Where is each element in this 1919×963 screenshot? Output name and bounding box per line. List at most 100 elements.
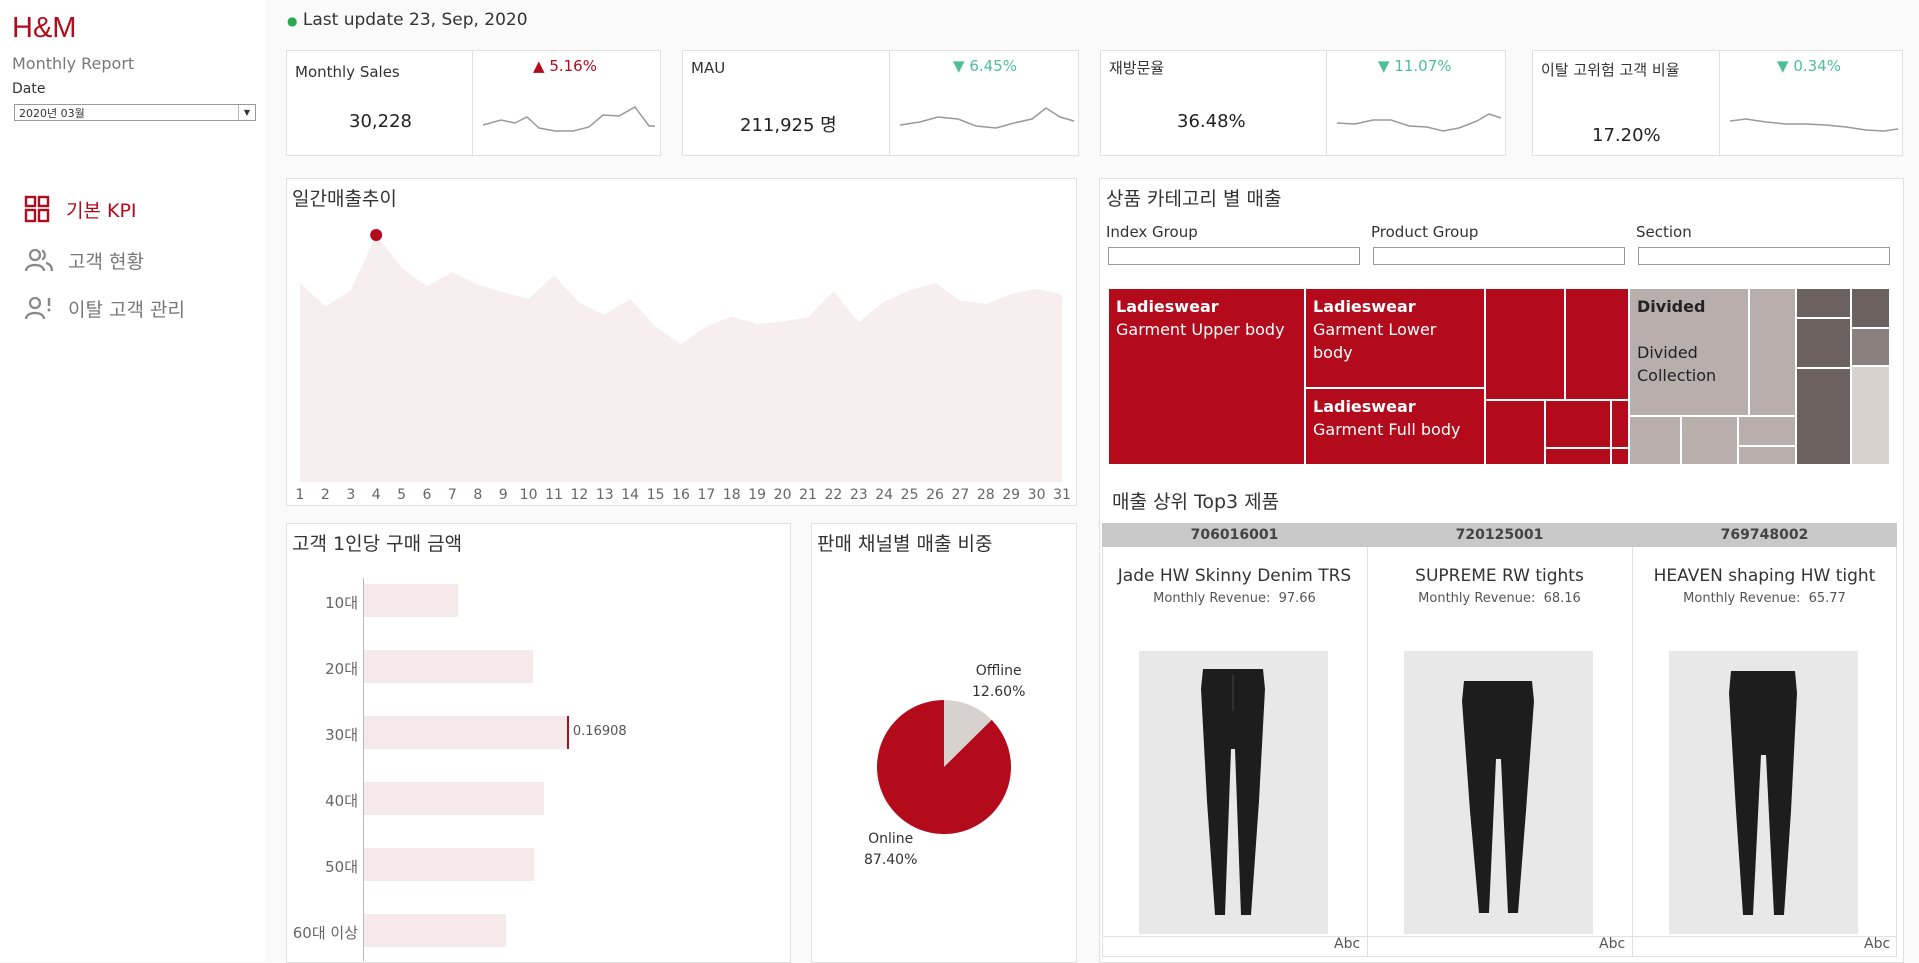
last-update-text: Last update 23, Sep, 2020: [302, 10, 528, 30]
status-dot-icon: ●: [287, 14, 298, 28]
treemap-cell[interactable]: [1749, 288, 1796, 416]
product-image[interactable]: [1139, 651, 1328, 934]
product-name: HEAVEN shaping HW tight: [1653, 566, 1876, 586]
users-icon: [24, 248, 54, 272]
x-tick-label: 25: [900, 487, 919, 503]
treemap-group: Ladieswear: [1313, 397, 1416, 416]
age-category-label: 20대: [325, 660, 358, 678]
product-revenue: Monthly Revenue: 68.16: [1367, 591, 1632, 606]
age-axis-line: [363, 578, 364, 961]
top3-divider: [1367, 547, 1368, 957]
age-bar[interactable]: [364, 716, 567, 749]
revenue-label: Monthly Revenue:: [1683, 591, 1801, 606]
kpi-change: ▲ 5.16%: [533, 57, 597, 75]
x-tick-label: 22: [824, 487, 843, 503]
treemap-cell[interactable]: [1485, 400, 1545, 465]
kpi-value: 211,925 명: [740, 115, 837, 136]
x-tick-label: 31: [1053, 487, 1071, 503]
age-bar[interactable]: [364, 848, 535, 881]
x-tick-label: 10: [519, 487, 538, 503]
treemap-cell[interactable]: [1485, 288, 1565, 400]
pants-icon: [1729, 671, 1797, 915]
x-tick-label: 18: [722, 487, 741, 503]
filter-label-index-group: Index Group: [1106, 223, 1198, 241]
treemap-cell[interactable]: [1611, 400, 1629, 448]
treemap-cell[interactable]: [1629, 416, 1681, 465]
age-bar[interactable]: [364, 914, 506, 947]
date-select-value: 2020년 03월: [19, 107, 85, 120]
nav-item-basic-kpi[interactable]: 기본 KPI: [24, 192, 137, 226]
treemap-cell[interactable]: [1545, 448, 1611, 465]
treemap-group: Ladieswear: [1313, 297, 1416, 316]
category-title: 상품 카테고리 별 매출: [1106, 188, 1282, 210]
age-bar[interactable]: [364, 782, 544, 815]
treemap-cell-divided[interactable]: Divided Divided Collection: [1629, 288, 1749, 416]
x-tick-label: 24: [875, 487, 894, 503]
triangle-up-icon: ▲: [533, 57, 545, 75]
x-tick-label: 3: [346, 487, 356, 503]
age-bar[interactable]: [364, 650, 533, 683]
treemap-cell[interactable]: [1851, 288, 1890, 328]
last-update: ● Last update 23, Sep, 2020: [287, 10, 528, 30]
treemap-cell[interactable]: [1851, 328, 1890, 366]
section-filter[interactable]: [1638, 247, 1890, 265]
treemap-cell-lower-body[interactable]: Ladieswear Garment Lower body: [1305, 288, 1485, 388]
x-tick-label: 2: [320, 487, 330, 503]
nav-item-customer-status[interactable]: 고객 현황: [24, 243, 144, 277]
treemap-cell[interactable]: [1796, 288, 1851, 318]
treemap-cell-full-body[interactable]: Ladieswear Garment Full body: [1305, 388, 1485, 465]
product-revenue: Monthly Revenue: 65.77: [1632, 591, 1897, 606]
sidebar: H&M Monthly Report Date 2020년 03월 ▼ 기본 K…: [0, 0, 266, 961]
x-tick-label: 8: [473, 487, 483, 503]
treemap-cell[interactable]: [1738, 416, 1796, 446]
index-group-filter[interactable]: [1108, 247, 1360, 265]
dashboard-icon: [24, 195, 50, 223]
kpi-divider: [889, 51, 890, 155]
revenue-label: Monthly Revenue:: [1418, 591, 1536, 606]
x-tick-label: 26: [926, 487, 944, 503]
kpi-card-mau: MAU 211,925 명 ▼ 6.45%: [682, 50, 1079, 156]
treemap-cell[interactable]: [1796, 318, 1851, 368]
channel-pie-chart: [877, 700, 1011, 834]
treemap-cell[interactable]: [1796, 368, 1851, 465]
date-select[interactable]: 2020년 03월 ▼: [14, 104, 256, 121]
kpi-change: ▼ 6.45%: [953, 57, 1017, 75]
age-bar[interactable]: [364, 584, 459, 617]
chevron-down-icon[interactable]: ▼: [238, 105, 255, 120]
age-bar-value-label: 0.16908: [572, 724, 627, 739]
product-image[interactable]: [1669, 651, 1858, 934]
product-image[interactable]: [1404, 651, 1593, 934]
treemap-cell[interactable]: [1565, 288, 1629, 400]
kpi-sparkline: [482, 106, 655, 132]
product-id: 720125001: [1367, 523, 1632, 547]
brand-logo: H&M: [12, 12, 77, 44]
product-id: 706016001: [1102, 523, 1367, 547]
nav-item-churn-management[interactable]: 이탈 고객 관리: [24, 291, 185, 325]
x-tick-label: 14: [621, 487, 640, 503]
customer-spend-title: 고객 1인당 구매 금액: [292, 533, 463, 555]
product-group-filter[interactable]: [1373, 247, 1625, 265]
revenue-value: 97.66: [1278, 591, 1316, 606]
highlight-point[interactable]: [370, 229, 383, 242]
date-label: Date: [12, 81, 46, 97]
treemap-cell[interactable]: [1851, 366, 1890, 465]
pie-label-name: Offline: [975, 663, 1022, 679]
filter-label-product-group: Product Group: [1371, 223, 1479, 241]
kpi-change-value: 6.45%: [969, 57, 1017, 75]
x-tick-label: 11: [545, 487, 563, 503]
treemap-cell[interactable]: [1681, 416, 1738, 465]
kpi-card-churn-risk: 이탈 고위험 고객 비율 17.20% ▼ 0.34%: [1532, 50, 1903, 156]
treemap-cell[interactable]: [1611, 448, 1629, 465]
treemap-cell-upper-body[interactable]: Ladieswear Garment Upper body: [1108, 288, 1305, 465]
treemap-cell[interactable]: [1738, 446, 1796, 465]
nav-label: 고객 현황: [68, 250, 144, 273]
x-tick-label: 19: [748, 487, 767, 503]
filter-label-section: Section: [1636, 223, 1692, 241]
product-footer: Abc: [1599, 936, 1626, 952]
revenue-label: Monthly Revenue:: [1153, 591, 1271, 606]
age-category-label: 10대: [325, 594, 358, 612]
kpi-change-value: 0.34%: [1793, 57, 1841, 75]
treemap-group: Ladieswear: [1116, 297, 1219, 316]
treemap-cell[interactable]: [1545, 400, 1611, 448]
x-tick-label: 21: [799, 487, 817, 503]
